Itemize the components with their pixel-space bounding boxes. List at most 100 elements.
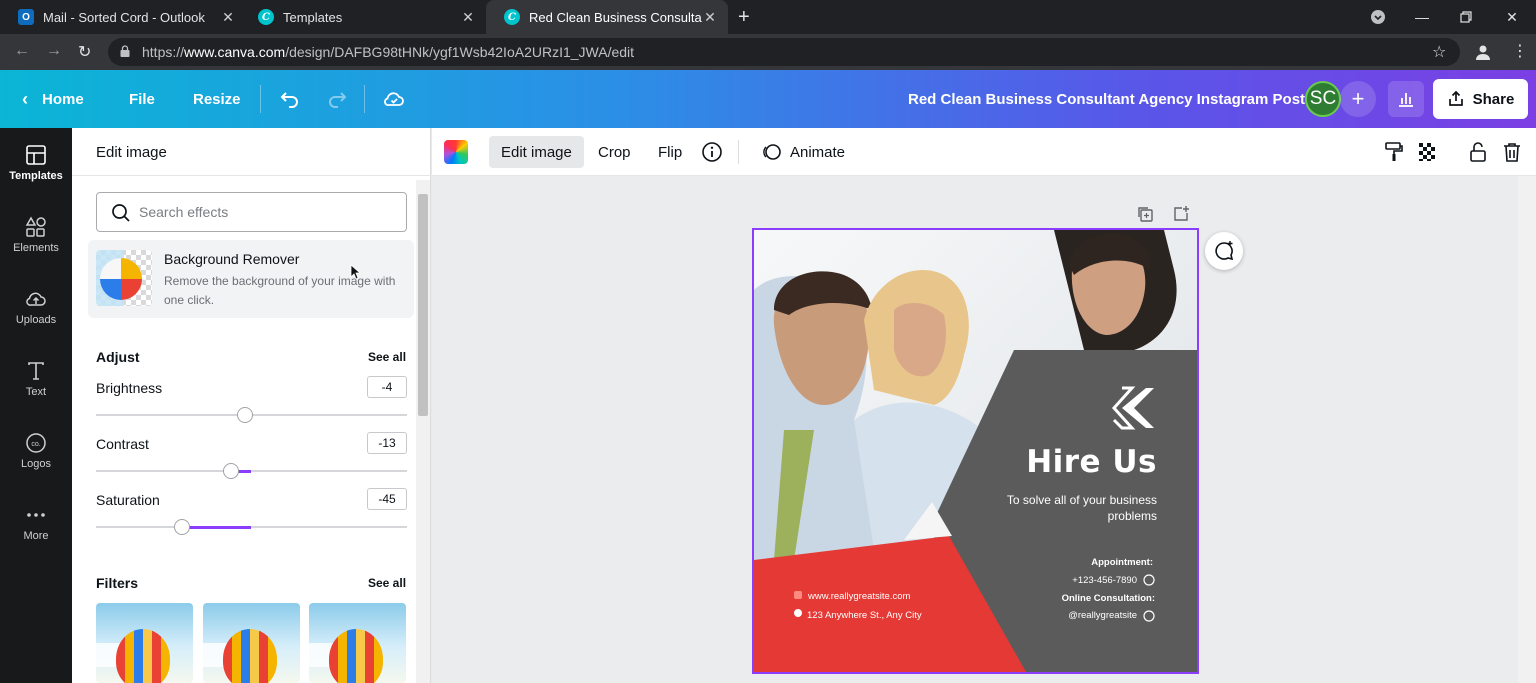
search-input[interactable] [139,201,389,223]
new-tab-icon[interactable]: + [738,6,750,29]
rail-item-elements[interactable]: Elements [0,216,72,280]
color-picker-swatch[interactable] [444,140,468,164]
contrast-slider-handle[interactable] [223,463,239,479]
header-divider [364,85,365,113]
templates-icon [26,145,46,165]
animate-button[interactable]: Animate [748,136,857,168]
rail-label: Templates [9,170,63,182]
tab-outlook[interactable]: O Mail - Sorted Cord - Outlook ✕ [0,0,246,34]
share-icon [1448,90,1463,106]
rail-item-uploads[interactable]: Uploads [0,288,72,352]
rail-label: Elements [13,242,59,254]
browser-tab-bar: O Mail - Sorted Cord - Outlook ✕ C Templ… [0,0,1536,34]
redo-icon[interactable] [325,87,349,111]
url-domain: www.canva.com [184,44,286,60]
saturation-slider-track[interactable] [96,526,407,528]
saturation-slider-handle[interactable] [174,519,190,535]
duplicate-page-icon[interactable] [1136,205,1154,223]
tab-design[interactable]: C Red Clean Business Consultant / ✕ [486,0,728,34]
transparency-icon[interactable] [1416,140,1440,164]
cloud-saved-icon[interactable] [382,87,406,111]
info-icon[interactable] [700,140,724,164]
document-title[interactable]: Red Clean Business Consultant Agency Ins… [908,70,1305,128]
filters-heading: Filters [96,575,139,591]
header-divider [260,85,261,113]
share-label: Share [1472,90,1515,108]
adjust-see-all-link[interactable]: See all [368,350,406,364]
rail-item-more[interactable]: More [0,504,72,568]
filter-thumbnail[interactable] [203,603,300,683]
background-remover-description: Remove the background of your image with… [164,274,396,307]
bar-chart-icon [1399,93,1413,107]
rail-label: Text [25,386,47,398]
canvas-scrollbar[interactable] [1518,176,1536,683]
outlook-icon: O [18,9,34,25]
address-bar: ← → ↻ https://www.canva.com/design/DAFBG… [0,34,1536,70]
tab-search-icon[interactable] [1356,0,1400,34]
add-collaborator-button[interactable]: + [1340,81,1376,117]
forward-icon[interactable]: → [46,42,62,60]
trash-icon[interactable] [1500,140,1524,164]
flip-button[interactable]: Flip [646,136,694,168]
crop-button[interactable]: Crop [586,136,643,168]
contrast-slider-track[interactable] [96,470,407,472]
uploads-icon [26,292,46,306]
mouse-cursor-icon [350,264,360,280]
home-label: Home [42,90,84,108]
back-icon[interactable]: ← [14,42,30,60]
browser-menu-icon[interactable]: ⋮ [1512,41,1528,61]
window-close-icon[interactable]: ✕ [1490,0,1534,34]
reload-icon[interactable]: ↻ [78,42,91,62]
copy-style-icon[interactable] [1382,140,1406,164]
home-button[interactable]: ‹ Home [22,70,84,128]
tab-label: Red Clean Business Consultant / [529,9,702,25]
rail-label: Uploads [15,314,57,326]
search-effects-box [96,192,407,232]
brightness-slider-handle[interactable] [237,407,253,423]
share-button[interactable]: Share [1433,79,1528,119]
more-icon [27,513,45,517]
filter-thumbnail[interactable] [309,603,406,683]
add-page-icon[interactable] [1172,205,1190,223]
adjust-heading: Adjust [96,349,140,365]
brightness-value-field[interactable]: -4 [367,376,407,398]
canva-icon: C [258,9,274,25]
saturation-slider-fill [182,525,251,529]
minimize-icon[interactable]: — [1400,0,1444,34]
contrast-label: Contrast [96,436,149,452]
bookmark-star-icon[interactable]: ☆ [1432,42,1446,62]
insights-button[interactable] [1388,81,1424,117]
close-icon[interactable]: ✕ [702,9,718,26]
panel-scrollbar-thumb[interactable] [418,194,428,416]
left-rail: Templates Elements Uploads Text co. Logo… [0,128,72,683]
rail-label: More [23,530,49,542]
filter-thumbnail[interactable] [96,603,193,683]
background-remover-card[interactable]: Background Remover Remove the background… [88,240,414,318]
url-field[interactable]: https://www.canva.com/design/DAFBG98tHNk… [108,38,1460,66]
plus-icon: + [1351,86,1365,111]
edit-image-button[interactable]: Edit image [489,136,584,168]
tab-templates[interactable]: C Templates ✕ [240,0,486,34]
rail-item-templates[interactable]: Templates [0,144,72,208]
close-icon[interactable]: ✕ [220,9,236,26]
unlock-icon[interactable] [1466,140,1490,164]
selection-frame [752,228,1199,674]
profile-icon[interactable] [1474,43,1492,61]
close-icon[interactable]: ✕ [460,9,476,26]
undo-icon[interactable] [278,87,302,111]
rail-item-text[interactable]: Text [0,360,72,424]
filters-see-all-link[interactable]: See all [368,576,406,590]
file-menu-button[interactable]: File [129,70,155,128]
logos-icon: co. [26,433,46,453]
avatar[interactable]: SC [1305,81,1341,117]
brightness-label: Brightness [96,380,163,396]
svg-text:co.: co. [31,441,40,448]
comment-button[interactable] [1205,232,1243,270]
contrast-value-field[interactable]: -13 [367,432,407,454]
elements-icon [25,216,46,237]
background-remover-title: Background Remover [164,251,300,267]
restore-icon[interactable] [1444,0,1488,34]
resize-button[interactable]: Resize [193,70,241,128]
rail-item-logos[interactable]: co. Logos [0,432,72,496]
saturation-value-field[interactable]: -45 [367,488,407,510]
